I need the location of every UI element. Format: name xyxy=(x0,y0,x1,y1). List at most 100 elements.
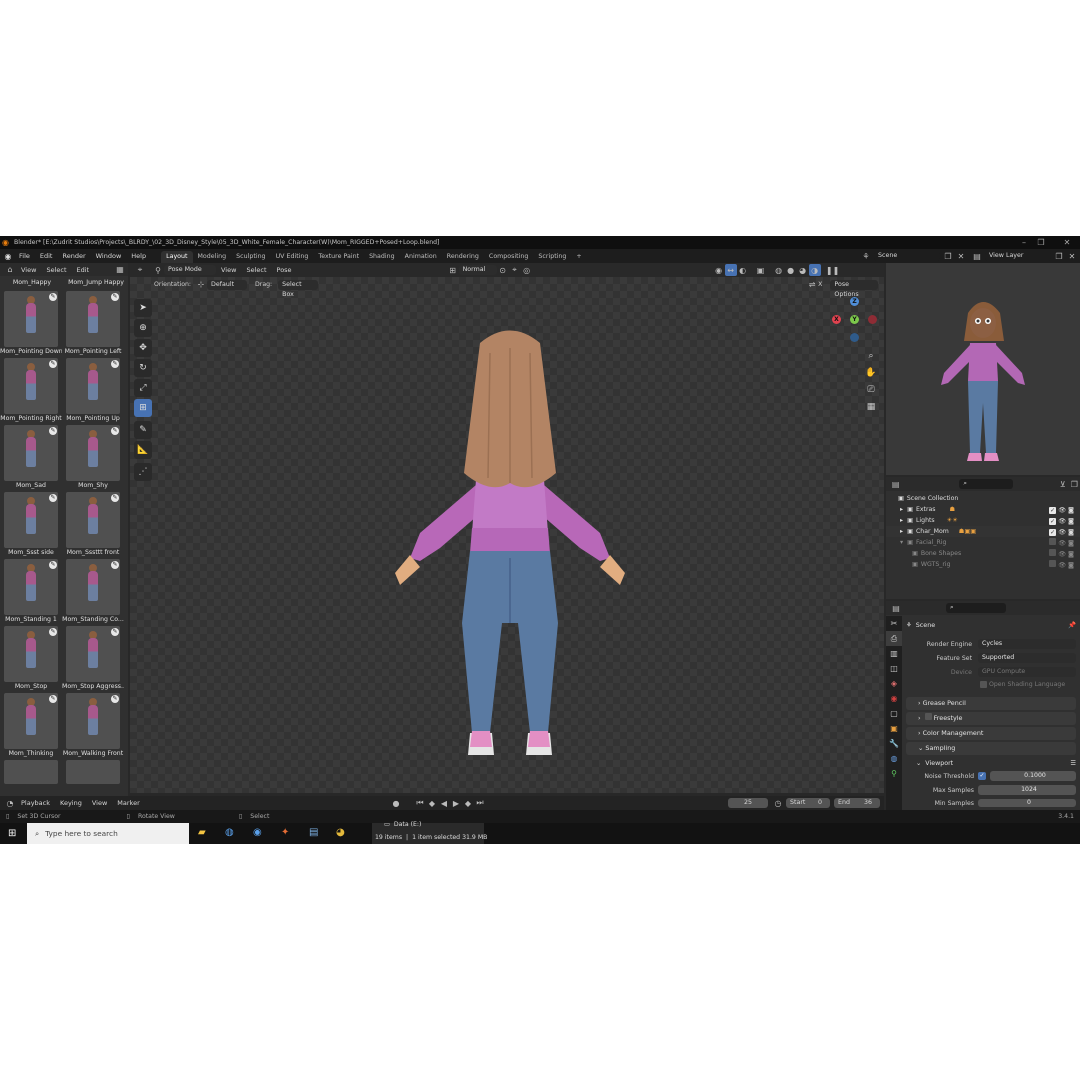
close-icon[interactable]: ✕ xyxy=(1056,236,1078,249)
gizmo-y[interactable]: Y xyxy=(850,315,859,324)
material-shading-icon[interactable]: ◕ xyxy=(797,264,809,276)
asset-menu-select[interactable]: Select xyxy=(41,263,71,277)
pose-tool-icon[interactable]: ⋰ xyxy=(134,463,152,481)
asset-label-jump-happy[interactable]: Mom_Jump Happy xyxy=(64,279,128,286)
edit-icon[interactable]: ✎ xyxy=(111,628,119,636)
feature-set-dropdown[interactable]: Supported xyxy=(978,653,1076,663)
asset-item[interactable]: ✎ Mom_Sad xyxy=(3,425,61,492)
timeline-menu-view[interactable]: View xyxy=(87,796,112,810)
pin-icon[interactable]: 📌 xyxy=(1068,621,1076,629)
file-explorer-icon[interactable]: ▰ xyxy=(198,827,206,838)
min-samples-field[interactable]: 0 xyxy=(978,799,1076,807)
rotate-tool-icon[interactable]: ↻ xyxy=(134,359,152,377)
overlay-icon[interactable]: ◐ xyxy=(737,264,749,276)
new-scene-icon[interactable]: ❐ xyxy=(942,250,954,262)
tab-sculpting[interactable]: Sculpting xyxy=(231,251,270,263)
visibility-icon[interactable]: ◉ xyxy=(713,264,725,276)
outliner-row-bone-shapes[interactable]: ▣ Bone Shapes 👁 ◙ xyxy=(886,548,1080,559)
asset-item[interactable]: ✎ Mom_Standing 1 xyxy=(3,559,61,626)
modifier-tab-icon[interactable]: 🔧 xyxy=(886,736,902,751)
tab-layout[interactable]: Layout xyxy=(161,251,193,263)
gizmo-z[interactable]: Z xyxy=(850,297,859,306)
mirror-icon[interactable]: ⇌ xyxy=(806,279,818,291)
asset-item[interactable]: ✎ Mom_Ssst side xyxy=(3,492,61,559)
include-checkbox[interactable]: ✓ xyxy=(1049,506,1057,514)
outliner-search-input[interactable]: ⌕ xyxy=(959,479,1014,489)
outliner-row-wgts-rig[interactable]: ▣ WGTS_rig 👁 ◙ xyxy=(886,559,1080,570)
properties-search-input[interactable]: ⌕ xyxy=(946,603,1006,613)
edit-icon[interactable]: ✎ xyxy=(111,494,119,502)
next-key-icon[interactable]: ◆ xyxy=(462,797,474,809)
add-workspace-icon[interactable]: + xyxy=(571,251,586,263)
edit-icon[interactable]: ✎ xyxy=(111,695,119,703)
edit-icon[interactable]: ✎ xyxy=(111,360,119,368)
world-tab-icon[interactable]: ◉ xyxy=(886,691,902,706)
grid-view-icon[interactable]: ▦ xyxy=(114,264,126,276)
transform-orientation-dropdown[interactable]: Normal xyxy=(458,265,497,275)
taskbar-search[interactable]: ⌕ Type here to search xyxy=(27,823,189,844)
menu-help[interactable]: Help xyxy=(126,249,151,263)
chrome-icon[interactable]: ◕ xyxy=(336,827,345,838)
subsection-viewport[interactable]: ⌄ Viewport ☰ xyxy=(916,757,1076,769)
gizmo-neg-z[interactable] xyxy=(850,333,859,342)
pause-icon[interactable]: ❚❚ xyxy=(826,264,839,276)
device-dropdown[interactable]: GPU Compute xyxy=(978,667,1076,677)
orientation-dropdown[interactable]: Default xyxy=(207,279,248,290)
new-view-layer-icon[interactable]: ❐ xyxy=(1053,250,1065,262)
include-checkbox[interactable]: ✓ xyxy=(1049,517,1057,525)
asset-item[interactable] xyxy=(3,760,61,784)
view-layer-field[interactable]: View Layer xyxy=(985,251,1051,261)
asset-item[interactable] xyxy=(65,760,123,784)
mode-dropdown[interactable]: Pose Mode xyxy=(164,265,216,275)
vp-menu-view[interactable]: View xyxy=(216,263,241,277)
record-icon[interactable]: ● xyxy=(390,797,402,809)
edit-icon[interactable]: ✎ xyxy=(49,561,57,569)
timeline-menu-marker[interactable]: Marker xyxy=(112,796,144,810)
filter-icon[interactable]: ⊻ xyxy=(1057,478,1068,490)
ortho-grid-icon[interactable]: ▦ xyxy=(864,400,878,414)
max-samples-field[interactable]: 1024 xyxy=(978,785,1076,795)
gizmo-toggle-icon[interactable]: ↔ xyxy=(724,264,737,276)
mirror-x-label[interactable]: X xyxy=(818,281,822,288)
tab-rendering[interactable]: Rendering xyxy=(442,251,484,263)
section-sampling[interactable]: ⌄ Sampling xyxy=(906,742,1076,755)
physics-tab-icon[interactable]: ◍ xyxy=(886,751,902,766)
delete-view-layer-icon[interactable]: ✕ xyxy=(1066,250,1078,262)
tool-tab-icon[interactable]: ✂ xyxy=(886,616,902,631)
snap-icon[interactable]: ⌖ xyxy=(509,264,521,276)
play-reverse-icon[interactable]: ◀ xyxy=(438,797,450,809)
transform-orientation-icon[interactable]: ⊞ xyxy=(447,264,459,276)
tab-compositing[interactable]: Compositing xyxy=(484,251,533,263)
rendered-shading-icon[interactable]: ◑ xyxy=(808,264,821,276)
edit-icon[interactable]: ✎ xyxy=(49,494,57,502)
xray-icon[interactable]: ▣ xyxy=(755,264,767,276)
proportional-edit-icon[interactable]: ◎ xyxy=(521,264,533,276)
section-freestyle[interactable]: › Freestyle xyxy=(906,712,1076,725)
outliner-row-char-mom[interactable]: ▸ ▣ Char_Mom ☗▣▣ ✓ 👁 ◙ xyxy=(886,526,1080,537)
outliner-row-extras[interactable]: ▸ ▣ Extras ☗ ✓ 👁 ◙ xyxy=(886,504,1080,515)
outliner-row-lights[interactable]: ▸ ▣ Lights ☀☀ ✓ 👁 ◙ xyxy=(886,515,1080,526)
start-frame-field[interactable]: Start 0 xyxy=(786,798,830,808)
timeline-editor-icon[interactable]: ◔ xyxy=(4,797,16,809)
menu-edit[interactable]: Edit xyxy=(35,249,58,263)
pivot-icon[interactable]: ⊙ xyxy=(497,264,509,276)
blender-menu-icon[interactable]: ◉ xyxy=(2,250,14,262)
render-engine-dropdown[interactable]: Cycles xyxy=(978,639,1076,649)
tab-animation[interactable]: Animation xyxy=(400,251,442,263)
tab-modeling[interactable]: Modeling xyxy=(193,251,232,263)
bone-tab-icon[interactable]: ⚲ xyxy=(886,766,902,781)
edit-icon[interactable]: ✎ xyxy=(49,695,57,703)
collection-tab-icon[interactable]: ▢ xyxy=(886,706,902,721)
include-checkbox[interactable]: ✓ xyxy=(1049,528,1057,536)
menu-file[interactable]: File xyxy=(14,249,35,263)
tab-uv-editing[interactable]: UV Editing xyxy=(271,251,314,263)
orientation-icon[interactable]: ⊹ xyxy=(195,279,207,291)
asset-item[interactable]: ✎ Mom_Pointing Down xyxy=(0,291,62,358)
jump-start-icon[interactable]: ⏮ xyxy=(414,797,426,809)
navigation-gizmo[interactable]: Z X Y xyxy=(832,297,878,343)
edit-icon[interactable]: ✎ xyxy=(49,628,57,636)
section-color-management[interactable]: › Color Management xyxy=(906,727,1076,740)
section-grease-pencil[interactable]: › Grease Pencil xyxy=(906,697,1076,710)
timeline-menu-playback[interactable]: Playback xyxy=(16,796,55,810)
scale-tool-icon[interactable]: ⤢ xyxy=(134,379,152,397)
